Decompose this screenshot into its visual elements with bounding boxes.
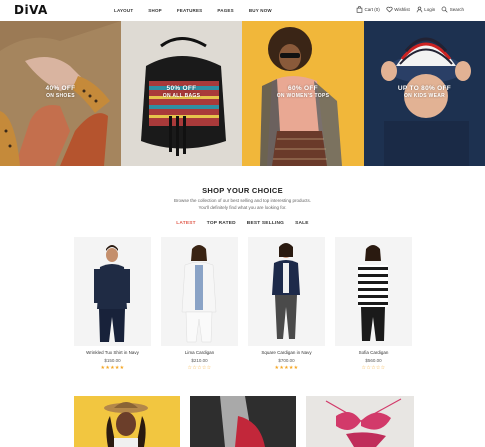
banner-headline: 40% OFF [45, 85, 76, 92]
tab-latest[interactable]: LATEST [176, 221, 196, 226]
product-name[interactable]: Wrinkled Tux Shirt in Navy [74, 350, 151, 355]
product-price: $700.00 [278, 358, 295, 363]
product-name[interactable]: Square Cardigan in Navy [248, 350, 325, 355]
product-grid: Wrinkled Tux Shirt in Navy $150.00 ★★★★★… [74, 237, 414, 377]
hat-woman-image [74, 396, 180, 447]
red-shoe-image [190, 396, 296, 447]
banner-headline: UP TO 80% OFF [397, 85, 452, 92]
nav-item-shop[interactable]: SHOP [148, 8, 162, 13]
product-card[interactable]: Square Cardigan in Navy $700.00 ★★★★★ [248, 237, 325, 371]
product-rating: ★★★★★ [274, 365, 299, 371]
banner-subline: ON KIDS WEAR [403, 93, 446, 99]
banner-caption: 50% OFF ON ALL BAGS [121, 85, 242, 99]
tab-best-selling[interactable]: BEST SELLING [247, 221, 284, 226]
product-price: $210.00 [191, 358, 208, 363]
promo-banners: 40% OFF ON SHOES 50% OFF ON ALL BAGS 60%… [0, 21, 485, 166]
product-price: $150.00 [104, 358, 121, 363]
product-price: $560.00 [365, 358, 382, 363]
tab-sale[interactable]: SALE [295, 221, 309, 226]
featured-swimwear[interactable] [306, 396, 414, 447]
heart-icon [386, 6, 393, 13]
product-name[interactable]: Sofia Cardigan [335, 350, 412, 355]
banner-caption: 40% OFF ON SHOES [0, 85, 121, 99]
product-image[interactable] [335, 237, 412, 346]
cart-link[interactable]: Cart (0) [356, 6, 380, 13]
product-image[interactable] [161, 237, 238, 346]
search-link[interactable]: Search [441, 6, 464, 13]
banner-headline: 50% OFF [166, 85, 197, 92]
banner-shoes[interactable]: 40% OFF ON SHOES [0, 21, 121, 166]
product-card[interactable]: Sofia Cardigan $560.00 ☆☆☆☆☆ [335, 237, 412, 371]
login-link[interactable]: Login [416, 6, 436, 13]
model-white-cardigan [161, 237, 238, 346]
brand-logo[interactable]: DiVA [14, 3, 48, 17]
wishlist-link[interactable]: Wishlist [386, 6, 410, 13]
logo-text: DiVA [14, 3, 48, 17]
utility-nav: Cart (0) Wishlist Login Search [350, 6, 464, 13]
product-image[interactable] [248, 237, 325, 346]
product-rating: ★★★★★ [100, 365, 125, 371]
model-navy-cardigan [248, 237, 325, 346]
nav-item-pages[interactable]: PAGES [217, 8, 233, 13]
product-rating: ☆☆☆☆☆ [187, 365, 212, 371]
model-navy-shirt [74, 237, 151, 346]
user-icon [416, 6, 422, 13]
banner-subline: ON WOMEN'S TOPS [276, 93, 330, 99]
section-title: SHOP YOUR CHOICE [202, 186, 283, 195]
site-header: DiVA LAYOUT SHOP FEATURES PAGES BUY NOW … [0, 0, 485, 21]
nav-item-layout[interactable]: LAYOUT [114, 8, 133, 13]
section-description: Browse the collection of our best sellin… [0, 198, 485, 211]
tab-top-rated[interactable]: TOP RATED [207, 221, 236, 226]
product-filter-tabs: LATEST TOP RATED BEST SELLING SALE [0, 221, 485, 226]
product-image[interactable] [74, 237, 151, 346]
section-desc-line: You'll definitely find what you are look… [198, 204, 287, 210]
featured-shoe[interactable] [190, 396, 296, 447]
cart-label: Cart (0) [364, 7, 380, 12]
product-card[interactable]: Wrinkled Tux Shirt in Navy $150.00 ★★★★★ [74, 237, 151, 371]
product-card[interactable]: Lima Cardigan $210.00 ☆☆☆☆☆ [161, 237, 238, 371]
product-name[interactable]: Lima Cardigan [161, 350, 238, 355]
search-icon [441, 6, 448, 13]
banner-womens-tops[interactable]: 60% OFF ON WOMEN'S TOPS [242, 21, 364, 166]
search-label: Search [449, 7, 464, 12]
banner-subline: ON SHOES [46, 93, 75, 99]
featured-strip [74, 396, 414, 447]
banner-kids-wear[interactable]: UP TO 80% OFF ON KIDS WEAR [364, 21, 485, 166]
wishlist-label: Wishlist [394, 7, 410, 12]
banner-subline: ON ALL BAGS [162, 93, 201, 99]
bikini-image [306, 396, 414, 447]
banner-caption: UP TO 80% OFF ON KIDS WEAR [364, 85, 485, 99]
nav-item-features[interactable]: FEATURES [177, 8, 203, 13]
product-rating: ☆☆☆☆☆ [361, 365, 386, 371]
cart-icon [356, 6, 363, 13]
main-nav: LAYOUT SHOP FEATURES PAGES BUY NOW [114, 8, 287, 13]
banner-caption: 60% OFF ON WOMEN'S TOPS [242, 85, 364, 99]
banner-bags[interactable]: 50% OFF ON ALL BAGS [121, 21, 242, 166]
model-striped-cardigan [335, 237, 412, 346]
featured-hat-woman[interactable] [74, 396, 180, 447]
banner-headline: 60% OFF [288, 85, 318, 92]
nav-item-buy-now[interactable]: BUY NOW [249, 8, 272, 13]
login-label: Login [424, 7, 436, 12]
